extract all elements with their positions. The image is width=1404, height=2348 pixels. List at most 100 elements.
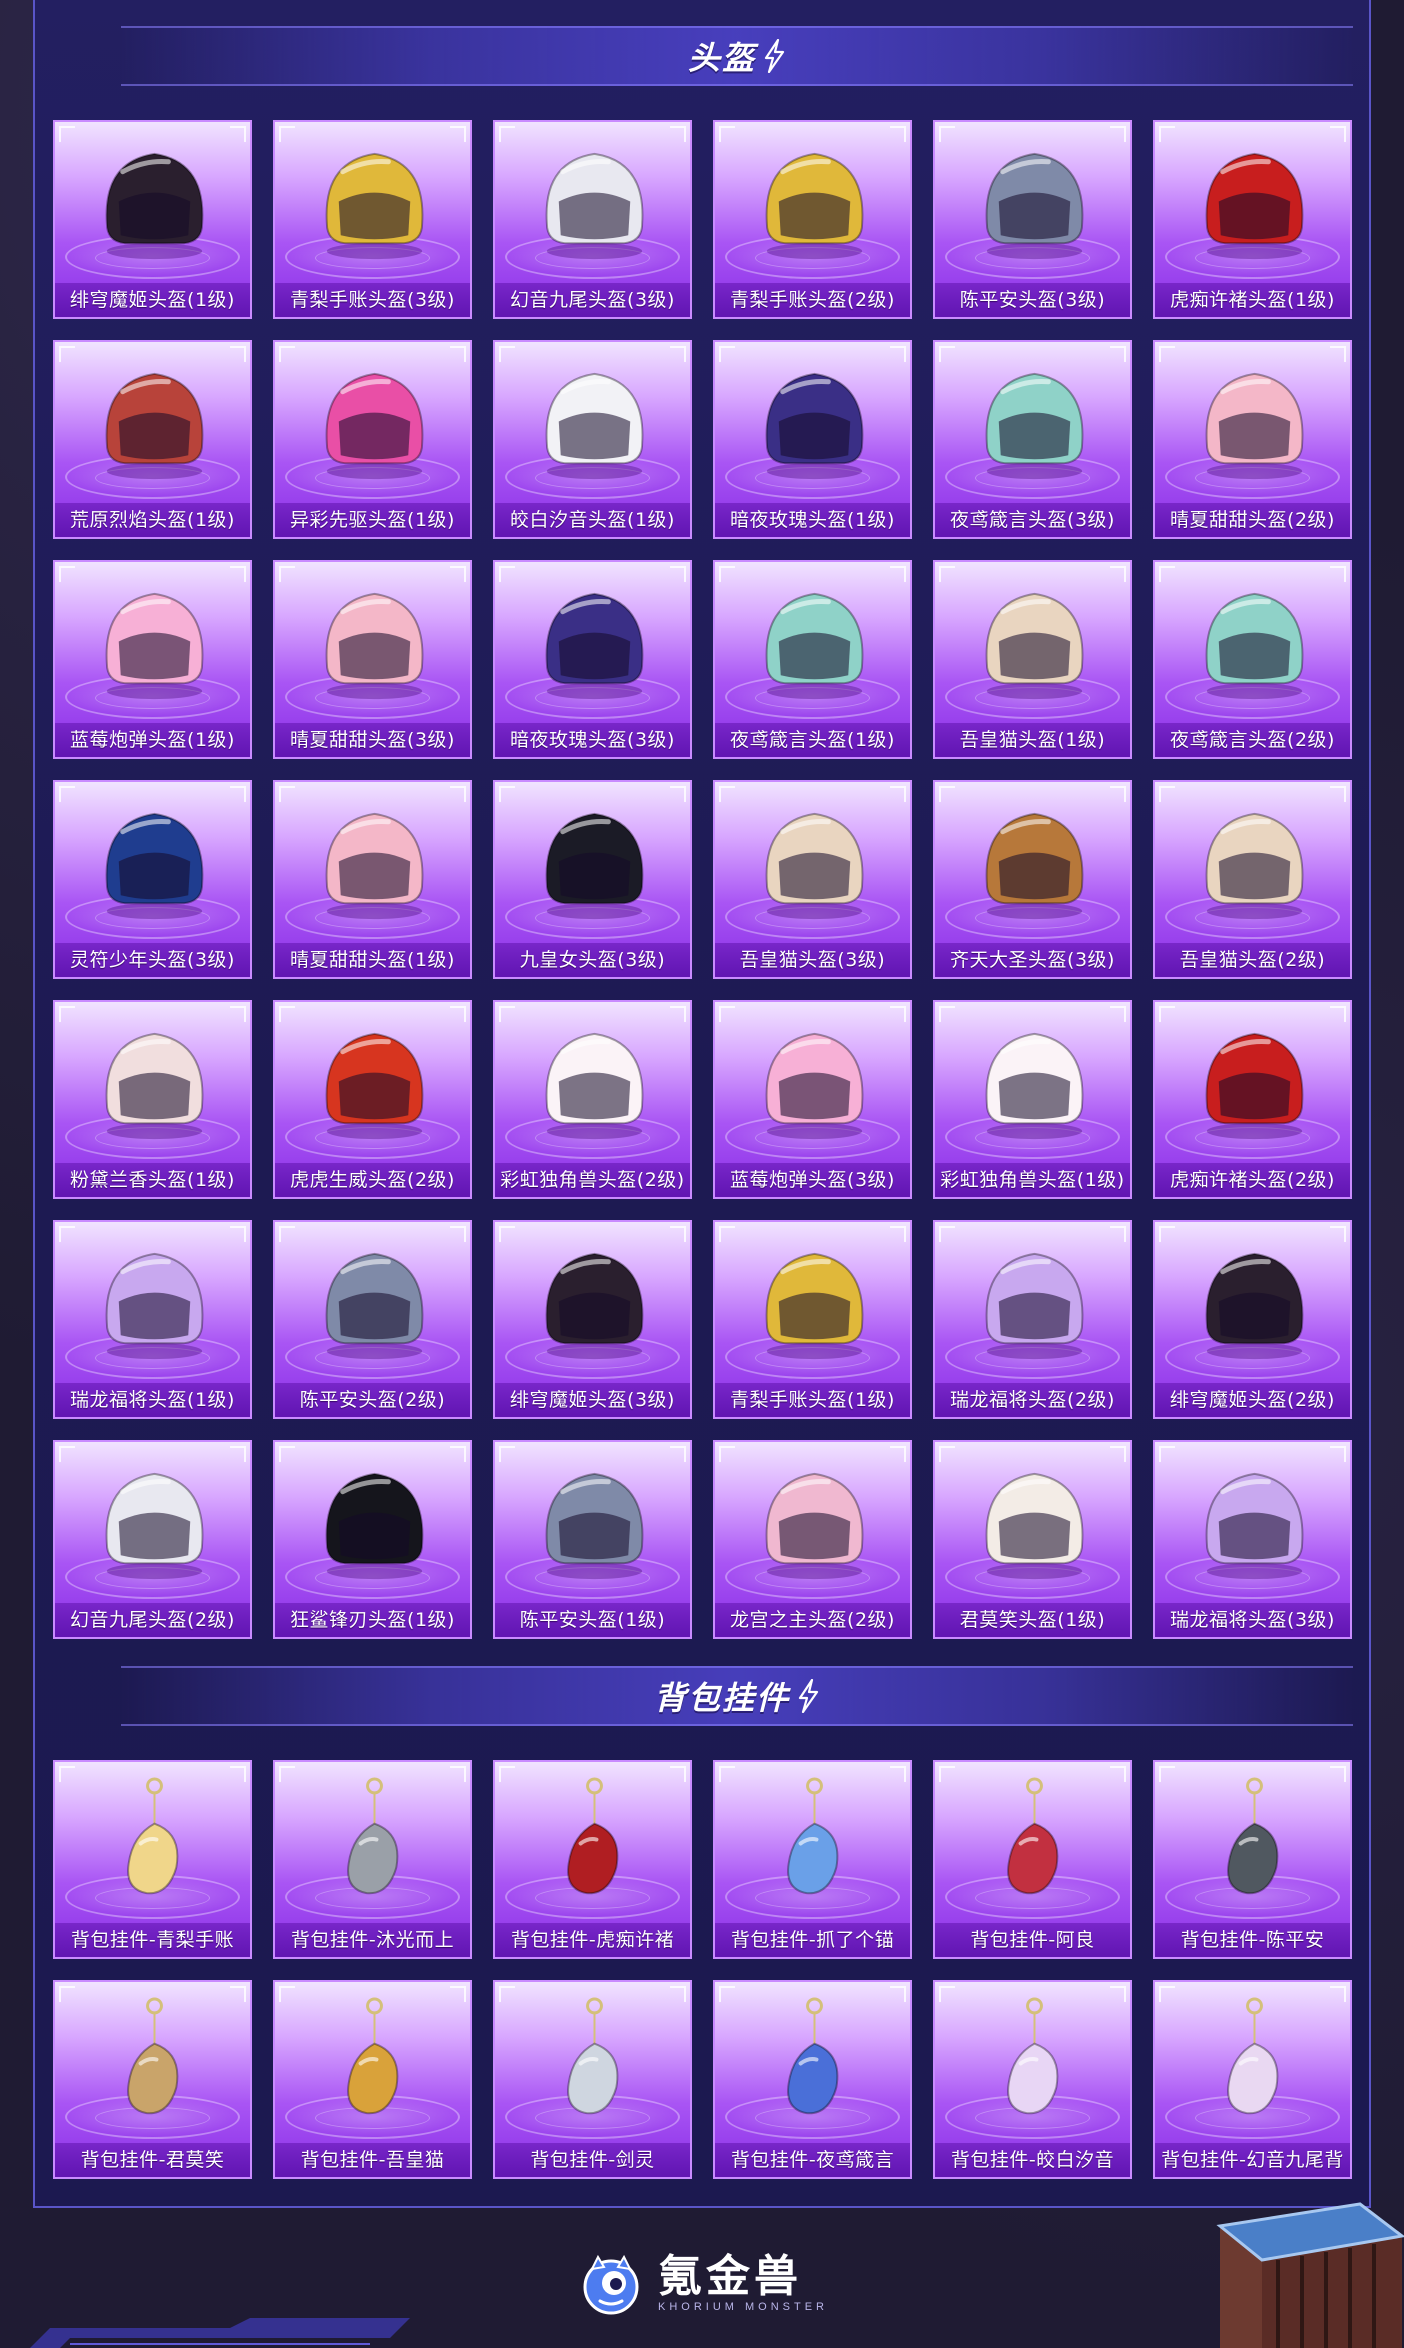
corner-bracket [670, 786, 686, 802]
pendant-card[interactable]: 背包挂件-剑灵 [493, 1980, 692, 2179]
corner-bracket [59, 1226, 75, 1242]
helmet-card[interactable]: 陈平安头盔(1级) [493, 1440, 692, 1639]
helmet-icon [545, 592, 644, 700]
pendant-card[interactable]: 背包挂件-幻音九尾背 [1153, 1980, 1352, 2179]
corner-bracket [1330, 346, 1346, 362]
pendant-card[interactable]: 背包挂件-皎白汐音 [933, 1980, 1132, 2179]
item-label: 背包挂件-陈平安 [1155, 1923, 1350, 1957]
helmet-card[interactable]: 齐天大圣头盔(3级) [933, 780, 1132, 979]
helmet-card[interactable]: 暗夜玫瑰头盔(3级) [493, 560, 692, 759]
helmet-card[interactable]: 荒原烈焰头盔(1级) [53, 340, 252, 539]
item-label: 背包挂件-沐光而上 [275, 1923, 470, 1957]
helmet-card[interactable]: 瑞龙福将头盔(1级) [53, 1220, 252, 1419]
helmet-card[interactable]: 绯穹魔姬头盔(1级) [53, 120, 252, 319]
helmet-card[interactable]: 幻音九尾头盔(2级) [53, 1440, 252, 1639]
corner-bracket [230, 126, 246, 142]
helmet-card[interactable]: 瑞龙福将头盔(3级) [1153, 1440, 1352, 1639]
helmet-card[interactable]: 幻音九尾头盔(3级) [493, 120, 692, 319]
helmet-card[interactable]: 陈平安头盔(3级) [933, 120, 1132, 319]
helmet-card[interactable]: 君莫笑头盔(1级) [933, 1440, 1132, 1639]
helmet-card[interactable]: 粉黛兰香头盔(1级) [53, 1000, 252, 1199]
corner-bracket [719, 1006, 735, 1022]
helmet-card[interactable]: 绯穹魔姬头盔(3级) [493, 1220, 692, 1419]
corner-bracket [59, 786, 75, 802]
helmet-icon [765, 592, 864, 700]
helmet-icon [985, 1252, 1084, 1360]
corner-bracket [719, 1226, 735, 1242]
helmet-card[interactable]: 虎虎生威头盔(2级) [273, 1000, 472, 1199]
helmet-card[interactable]: 夜鸢箴言头盔(1级) [713, 560, 912, 759]
pendant-card[interactable]: 背包挂件-青梨手账 [53, 1760, 252, 1959]
helmet-card[interactable]: 狂鲨锋刃头盔(1级) [273, 1440, 472, 1639]
corner-bracket [1110, 786, 1126, 802]
pendant-card[interactable]: 背包挂件-阿良 [933, 1760, 1132, 1959]
helmet-card[interactable]: 龙宫之主头盔(2级) [713, 1440, 912, 1639]
helmet-icon [1205, 152, 1304, 260]
helmet-icon [1205, 812, 1304, 920]
helmet-card[interactable]: 暗夜玫瑰头盔(1级) [713, 340, 912, 539]
pendant-card[interactable]: 背包挂件-沐光而上 [273, 1760, 472, 1959]
item-label: 幻音九尾头盔(3级) [495, 283, 690, 317]
helmet-card[interactable]: 虎痴许褚头盔(2级) [1153, 1000, 1352, 1199]
helmet-card[interactable]: 吾皇猫头盔(3级) [713, 780, 912, 979]
corner-bracket [1110, 566, 1126, 582]
helmet-icon [765, 1252, 864, 1360]
helmet-card[interactable]: 绯穹魔姬头盔(2级) [1153, 1220, 1352, 1419]
helmet-card[interactable]: 夜鸢箴言头盔(2级) [1153, 560, 1352, 759]
helmet-card[interactable]: 彩虹独角兽头盔(2级) [493, 1000, 692, 1199]
item-label: 背包挂件-夜鸢箴言 [715, 2143, 910, 2177]
helmet-card[interactable]: 彩虹独角兽头盔(1级) [933, 1000, 1132, 1199]
helmet-card[interactable]: 晴夏甜甜头盔(2级) [1153, 340, 1352, 539]
helmet-card[interactable]: 晴夏甜甜头盔(3级) [273, 560, 472, 759]
corner-bracket [1159, 346, 1175, 362]
corner-bracket [59, 1006, 75, 1022]
helmet-icon [985, 812, 1084, 920]
helmet-card[interactable]: 晴夏甜甜头盔(1级) [273, 780, 472, 979]
helmet-icon [765, 1032, 864, 1140]
corner-bracket [499, 1986, 515, 2002]
helmet-card[interactable]: 夜鸢箴言头盔(3级) [933, 340, 1132, 539]
helmet-card[interactable]: 青梨手账头盔(2级) [713, 120, 912, 319]
item-label: 背包挂件-幻音九尾背 [1155, 2143, 1350, 2177]
helmet-card[interactable]: 青梨手账头盔(1级) [713, 1220, 912, 1419]
item-label: 背包挂件-阿良 [935, 1923, 1130, 1957]
helmet-card[interactable]: 陈平安头盔(2级) [273, 1220, 472, 1419]
corner-bracket [1159, 1006, 1175, 1022]
helmet-card[interactable]: 吾皇猫头盔(2级) [1153, 780, 1352, 979]
corner-bracket [939, 1446, 955, 1462]
item-label: 陈平安头盔(1级) [495, 1603, 690, 1637]
helmet-card[interactable]: 虎痴许褚头盔(1级) [1153, 120, 1352, 319]
pendant-card[interactable]: 背包挂件-虎痴许褚 [493, 1760, 692, 1959]
section-header-helmets: 头盔 [121, 26, 1353, 86]
item-label: 背包挂件-剑灵 [495, 2143, 690, 2177]
helmet-card[interactable]: 吾皇猫头盔(1级) [933, 560, 1132, 759]
corner-bracket [450, 1446, 466, 1462]
item-label: 青梨手账头盔(3级) [275, 283, 470, 317]
section-header-backpack-pendants: 背包挂件 [121, 1666, 1353, 1726]
corner-bracket [499, 126, 515, 142]
item-label: 虎痴许褚头盔(1级) [1155, 283, 1350, 317]
corner-bracket [279, 1226, 295, 1242]
helmet-card[interactable]: 皎白汐音头盔(1级) [493, 340, 692, 539]
corner-bracket [450, 566, 466, 582]
helmet-card[interactable]: 异彩先驱头盔(1级) [273, 340, 472, 539]
pendant-card[interactable]: 背包挂件-君莫笑 [53, 1980, 252, 2179]
corner-bracket [230, 1986, 246, 2002]
helmet-icon [545, 1032, 644, 1140]
corner-bracket [939, 1986, 955, 2002]
pendant-icon [347, 1997, 399, 2115]
helmet-card[interactable]: 瑞龙福将头盔(2级) [933, 1220, 1132, 1419]
helmet-card[interactable]: 九皇女头盔(3级) [493, 780, 692, 979]
corner-bracket [1159, 1986, 1175, 2002]
pendant-card[interactable]: 背包挂件-夜鸢箴言 [713, 1980, 912, 2179]
pendant-card[interactable]: 背包挂件-陈平安 [1153, 1760, 1352, 1959]
pendant-card[interactable]: 背包挂件-吾皇猫 [273, 1980, 472, 2179]
pendant-card[interactable]: 背包挂件-抓了个锚 [713, 1760, 912, 1959]
helmet-card[interactable]: 蓝莓炮弹头盔(1级) [53, 560, 252, 759]
helmet-card[interactable]: 蓝莓炮弹头盔(3级) [713, 1000, 912, 1199]
helmet-card[interactable]: 灵符少年头盔(3级) [53, 780, 252, 979]
corner-bracket [230, 566, 246, 582]
helmet-card[interactable]: 青梨手账头盔(3级) [273, 120, 472, 319]
item-label: 粉黛兰香头盔(1级) [55, 1163, 250, 1197]
corner-bracket [450, 1006, 466, 1022]
